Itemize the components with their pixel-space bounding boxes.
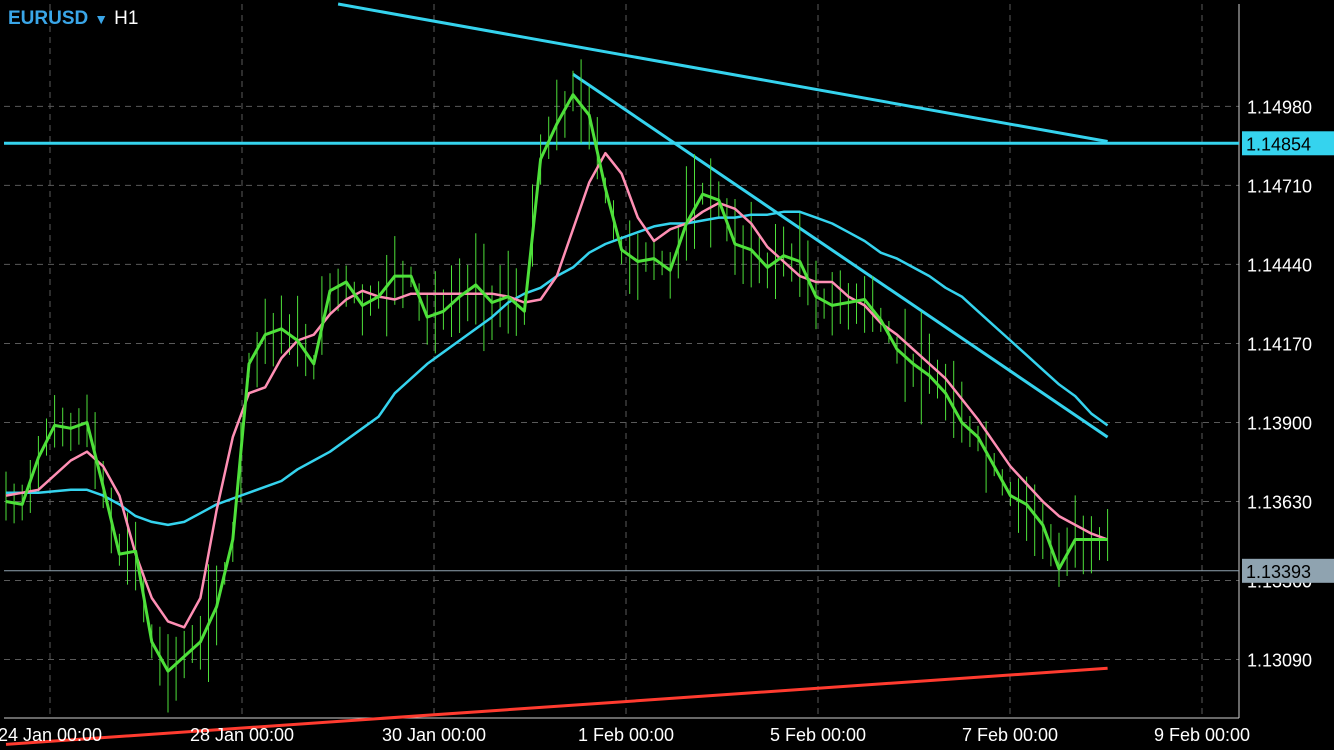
symbol-dropdown-icon[interactable]: ▼ xyxy=(94,11,108,27)
timeframe-label[interactable]: H1 xyxy=(114,8,138,30)
time-axis: 24 Jan 00:00 28 Jan 00:00 30 Jan 00:00 1 Fe… xyxy=(0,725,1250,745)
chart-grid xyxy=(4,4,1240,719)
time-tick-label: 24 Jan 00:00 xyxy=(0,725,102,745)
price-tick-label: 1.14440 xyxy=(1247,255,1312,275)
candle-bars xyxy=(5,59,1109,713)
time-tick-label: 28 Jan 00:00 xyxy=(190,725,294,745)
current-price-tag: 1.13393 xyxy=(1246,562,1311,582)
price-tick-label: 1.14710 xyxy=(1247,176,1312,196)
time-tick-label: 9 Feb 00:00 xyxy=(1154,725,1250,745)
time-tick-label: 30 Jan 00:00 xyxy=(382,725,486,745)
ma-line-slow-ma xyxy=(6,210,1109,527)
moving-average-layer xyxy=(5,93,1109,673)
time-tick-label: 1 Feb 00:00 xyxy=(578,725,674,745)
time-tick-label: 7 Feb 00:00 xyxy=(962,725,1058,745)
level-price-tag: 1.14854 xyxy=(1246,134,1311,154)
chart-header[interactable]: EURUSD ▼ H1 xyxy=(8,8,138,30)
trendline xyxy=(337,2,1108,144)
price-tick-label: 1.13900 xyxy=(1247,413,1312,433)
price-tick-label: 1.13630 xyxy=(1247,492,1312,512)
price-axis: 1.14980 1.14710 1.14440 1.14170 1.13900 1.136… xyxy=(1247,97,1312,670)
price-tags: 1.14854 1.13393 xyxy=(1242,131,1334,583)
trendline-layer xyxy=(4,2,1239,746)
price-tick-label: 1.13090 xyxy=(1247,650,1312,670)
time-tick-label: 5 Feb 00:00 xyxy=(770,725,866,745)
price-tick-label: 1.14980 xyxy=(1247,97,1312,117)
ma-line-fast-ma xyxy=(5,93,1108,673)
trendline xyxy=(5,666,1108,746)
symbol-label[interactable]: EURUSD xyxy=(8,8,88,30)
price-chart[interactable]: 1.14980 1.14710 1.14440 1.14170 1.13900 1.136… xyxy=(0,0,1334,750)
price-tick-label: 1.14170 xyxy=(1247,334,1312,354)
